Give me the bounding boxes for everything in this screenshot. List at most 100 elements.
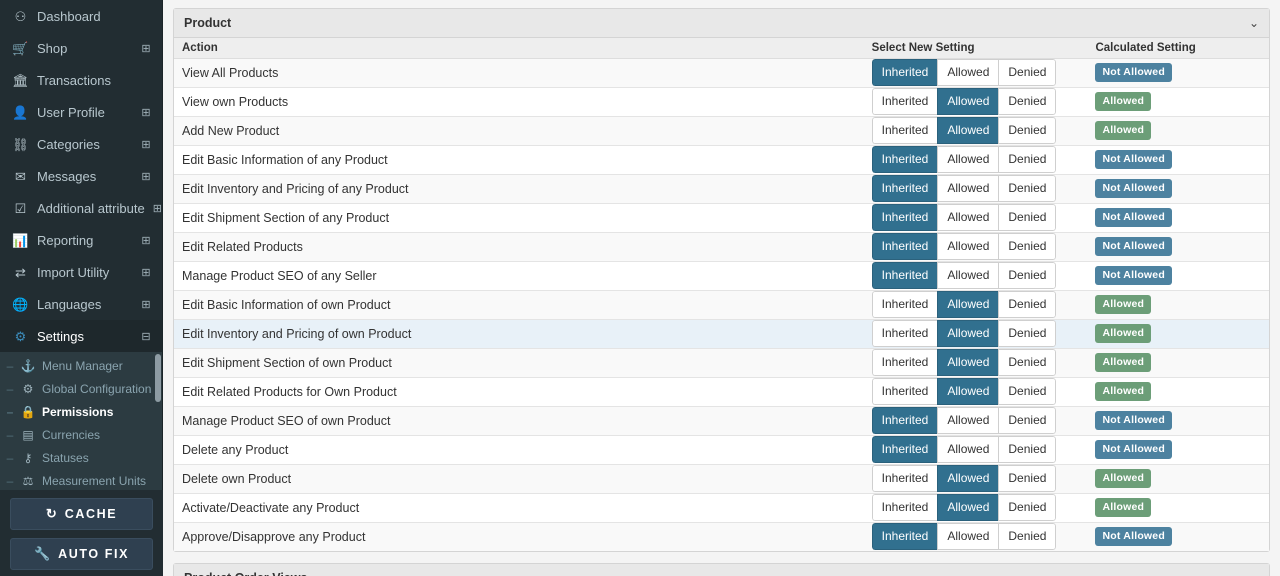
sidebar-subitem-measurement-units[interactable]: – ⚖ Measurement Units (0, 469, 162, 492)
setting-option-denied-button[interactable]: Denied (998, 320, 1057, 347)
collapse-toggle-icon[interactable]: ⊟ (140, 330, 152, 343)
submenu-scrollbar-thumb[interactable] (155, 354, 161, 402)
sidebar-subitem-permissions[interactable]: – 🔒 Permissions (0, 400, 162, 423)
setting-option-inherited-button[interactable]: Inherited (871, 175, 938, 202)
setting-option-allowed-button[interactable]: Allowed (937, 494, 999, 521)
sidebar-item-dashboard[interactable]: ⚇ Dashboard (0, 0, 162, 32)
setting-option-allowed-button[interactable]: Allowed (937, 523, 999, 551)
setting-option-denied-button[interactable]: Denied (998, 204, 1057, 231)
setting-option-denied-button[interactable]: Denied (998, 407, 1057, 434)
panel-header[interactable]: Product ⌄ (174, 9, 1269, 38)
setting-option-denied-button[interactable]: Denied (998, 378, 1057, 405)
sidebar-item-user-profile[interactable]: 👤 User Profile ⊞ (0, 96, 162, 128)
setting-button-group: Inherited Allowed Denied (871, 291, 1057, 318)
setting-option-denied-button[interactable]: Denied (998, 436, 1057, 463)
setting-option-inherited-button[interactable]: Inherited (871, 146, 938, 173)
sidebar-item-categories[interactable]: ⛓ Categories ⊞ (0, 128, 162, 160)
setting-option-inherited-button[interactable]: Inherited (871, 262, 938, 289)
setting-option-inherited-button[interactable]: Inherited (871, 494, 938, 521)
calculated-setting-cell: Allowed (1087, 376, 1269, 406)
sidebar-item-transactions[interactable]: 🏛 Transactions (0, 64, 162, 96)
sidebar-item-additional-attribute[interactable]: ☑ Additional attribute ⊞ (0, 192, 162, 224)
sidebar-subitem-global-configuration[interactable]: – ⚙ Global Configuration (0, 377, 162, 400)
sidebar-item-label: Shop (37, 40, 68, 56)
setting-option-allowed-button[interactable]: Allowed (937, 378, 999, 405)
setting-option-inherited-button[interactable]: Inherited (871, 88, 938, 115)
setting-option-denied-button[interactable]: Denied (998, 59, 1057, 86)
setting-option-denied-button[interactable]: Denied (998, 233, 1057, 260)
setting-option-denied-button[interactable]: Denied (998, 262, 1057, 289)
expand-toggle-icon[interactable]: ⊞ (140, 298, 152, 311)
setting-option-allowed-button[interactable]: Allowed (937, 320, 999, 347)
setting-option-allowed-button[interactable]: Allowed (937, 407, 999, 434)
setting-option-allowed-button[interactable]: Allowed (937, 436, 999, 463)
setting-cell: Inherited Allowed Denied (863, 318, 1088, 348)
sidebar-subitem-currencies[interactable]: – ▤ Currencies (0, 423, 162, 446)
setting-option-inherited-button[interactable]: Inherited (871, 320, 938, 347)
setting-option-allowed-button[interactable]: Allowed (937, 349, 999, 376)
setting-button-group: Inherited Allowed Denied (871, 146, 1057, 173)
setting-option-allowed-button[interactable]: Allowed (937, 146, 999, 173)
setting-option-allowed-button[interactable]: Allowed (937, 175, 999, 202)
setting-option-allowed-button[interactable]: Allowed (937, 233, 999, 260)
sidebar-item-import-utility[interactable]: ⇄ Import Utility ⊞ (0, 256, 162, 288)
wrench-icon: 🔧 (33, 546, 51, 561)
setting-option-inherited-button[interactable]: Inherited (871, 349, 938, 376)
setting-option-allowed-button[interactable]: Allowed (937, 117, 999, 144)
setting-option-allowed-button[interactable]: Allowed (937, 291, 999, 318)
sidebar-subitem-menu-manager[interactable]: – ⚓ Menu Manager (0, 354, 162, 377)
button-label: AUTO FIX (58, 547, 130, 561)
setting-option-allowed-button[interactable]: Allowed (937, 88, 999, 115)
setting-option-allowed-button[interactable]: Allowed (937, 204, 999, 231)
auto-fix-button[interactable]: 🔧 AUTO FIX (10, 538, 153, 570)
expand-toggle-icon[interactable]: ⊞ (140, 138, 152, 151)
expand-toggle-icon[interactable]: ⊞ (140, 170, 152, 183)
chevron-down-icon[interactable]: ⌄ (1249, 572, 1259, 576)
setting-option-denied-button[interactable]: Denied (998, 349, 1057, 376)
setting-option-allowed-button[interactable]: Allowed (937, 262, 999, 289)
setting-option-inherited-button[interactable]: Inherited (871, 59, 938, 86)
setting-option-inherited-button[interactable]: Inherited (871, 465, 938, 492)
setting-option-inherited-button[interactable]: Inherited (871, 233, 938, 260)
setting-option-inherited-button[interactable]: Inherited (871, 436, 938, 463)
sidebar-item-reporting[interactable]: 📊 Reporting ⊞ (0, 224, 162, 256)
setting-option-denied-button[interactable]: Denied (998, 175, 1057, 202)
globe-icon: 🌐 (12, 296, 29, 312)
setting-option-inherited-button[interactable]: Inherited (871, 523, 938, 551)
expand-toggle-icon[interactable]: ⊞ (140, 42, 152, 55)
sidebar-subitem-label: Menu Manager (42, 358, 123, 373)
next-panel-header[interactable]: Product Order Views ⌄ (174, 564, 1269, 576)
calculated-setting-cell: Not Allowed (1087, 231, 1269, 261)
setting-option-denied-button[interactable]: Denied (998, 117, 1057, 144)
expand-toggle-icon[interactable]: ⊞ (153, 202, 162, 215)
column-header-calculated-setting: Calculated Setting (1087, 38, 1269, 59)
setting-option-inherited-button[interactable]: Inherited (871, 407, 938, 434)
setting-option-allowed-button[interactable]: Allowed (937, 59, 999, 86)
expand-toggle-icon[interactable]: ⊞ (140, 266, 152, 279)
sidebar-item-languages[interactable]: 🌐 Languages ⊞ (0, 288, 162, 320)
expand-toggle-icon[interactable]: ⊞ (140, 106, 152, 119)
setting-option-inherited-button[interactable]: Inherited (871, 378, 938, 405)
expand-toggle-icon[interactable]: ⊞ (140, 234, 152, 247)
sidebar-item-settings[interactable]: ⚙ Settings ⊟ (0, 320, 162, 352)
setting-option-denied-button[interactable]: Denied (998, 88, 1057, 115)
setting-option-inherited-button[interactable]: Inherited (871, 117, 938, 144)
sidebar-item-shop[interactable]: 🛒 Shop ⊞ (0, 32, 162, 64)
setting-option-inherited-button[interactable]: Inherited (871, 204, 938, 231)
setting-option-denied-button[interactable]: Denied (998, 465, 1057, 492)
sidebar-subitem-statuses[interactable]: – ⚷ Statuses (0, 446, 162, 469)
panel-title: Product (184, 16, 232, 30)
chevron-down-icon[interactable]: ⌄ (1249, 17, 1259, 29)
setting-option-denied-button[interactable]: Denied (998, 494, 1057, 521)
setting-option-denied-button[interactable]: Denied (998, 523, 1057, 551)
setting-option-inherited-button[interactable]: Inherited (871, 291, 938, 318)
setting-option-allowed-button[interactable]: Allowed (937, 465, 999, 492)
setting-option-denied-button[interactable]: Denied (998, 146, 1057, 173)
setting-option-denied-button[interactable]: Denied (998, 291, 1057, 318)
column-header-action: Action (174, 38, 864, 59)
status-badge: Allowed (1095, 498, 1152, 517)
status-badge: Allowed (1095, 92, 1152, 111)
setting-cell: Inherited Allowed Denied (863, 521, 1088, 551)
sidebar-item-messages[interactable]: ✉ Messages ⊞ (0, 160, 162, 192)
cache-button[interactable]: ↻ CACHE (10, 498, 153, 530)
